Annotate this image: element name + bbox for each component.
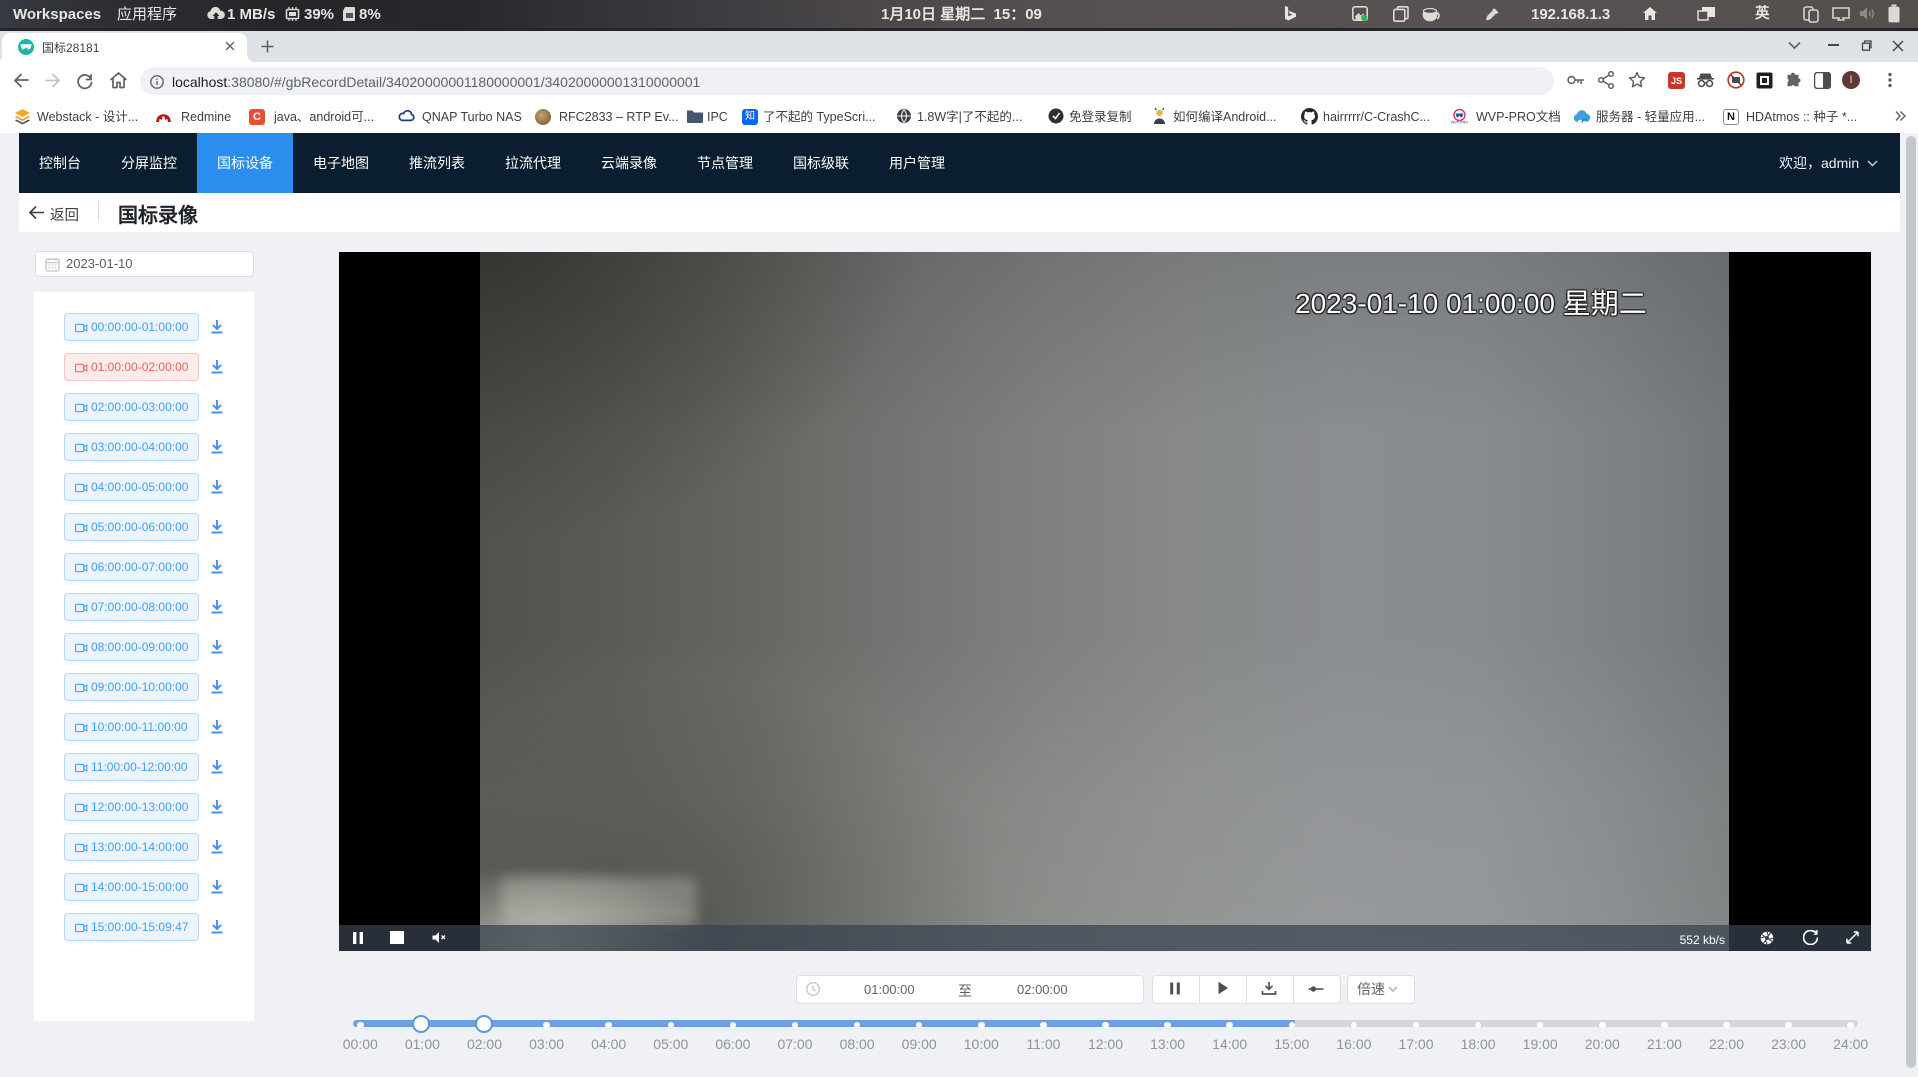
svg-text:WVP-PRO: WVP-PRO bbox=[1451, 121, 1468, 125]
